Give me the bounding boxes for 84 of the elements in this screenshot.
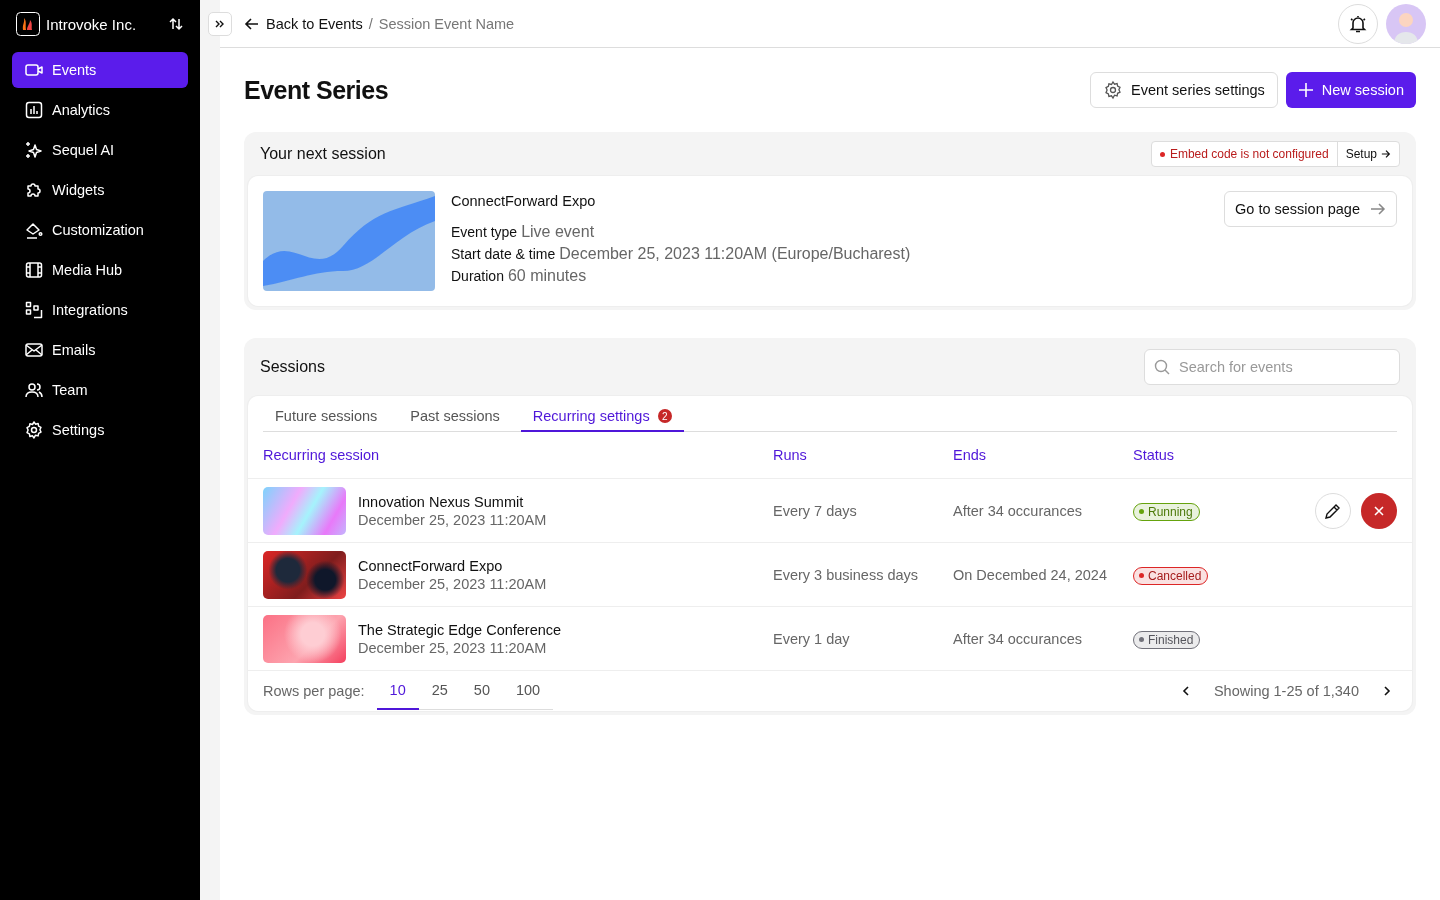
column-header: Recurring session [263, 447, 381, 463]
session-date: December 25, 2023 11:20AM [358, 639, 548, 656]
organization-name: Introvoke Inc. [46, 15, 138, 33]
session-name: ConnectForward Expo [451, 193, 597, 209]
switch-icon[interactable] [168, 16, 184, 32]
status-badge: Cancelled [1133, 566, 1209, 585]
settings-icon [24, 420, 44, 440]
sidebar-item[interactable]: Integrations [12, 292, 188, 328]
blocks-icon [24, 300, 44, 320]
settings-button[interactable]: Event series settings [1090, 72, 1278, 108]
sidebar-item[interactable]: Media Hub [12, 252, 188, 288]
arrow-left-icon [244, 15, 260, 32]
logo-icon [16, 12, 40, 36]
page-size-option[interactable]: 50 [460, 672, 503, 710]
sidebar-item[interactable]: Widgets [12, 172, 188, 208]
session-name: Innovation Nexus Summit [358, 493, 525, 510]
tab[interactable]: Future sessions [263, 400, 390, 432]
chevron-right-icon [1381, 685, 1393, 697]
tab[interactable]: Past sessions [398, 400, 512, 432]
session-name: ConnectForward Expo [358, 557, 504, 574]
column-header: Status [1133, 447, 1176, 463]
back-link[interactable]: Back to Events [244, 15, 363, 32]
column-header: Runs [773, 447, 808, 463]
users-icon [24, 380, 44, 400]
detail-label: Duration [451, 268, 504, 284]
bar-chart-icon [24, 100, 44, 120]
sidebar-item[interactable]: Emails [12, 332, 188, 368]
count-badge: 2 [657, 409, 672, 423]
section-title: Your next session [260, 145, 386, 163]
close-icon [1373, 504, 1385, 517]
sidebar-item[interactable]: Events [12, 52, 188, 88]
detail-label: Event type [451, 224, 518, 240]
session-date: December 25, 2023 11:20AM [358, 511, 547, 528]
table-cell-text: On Decembed 24, 2024 [953, 566, 1108, 583]
edit-button[interactable] [1315, 492, 1351, 529]
breadcrumb-current: Session Event Name [378, 15, 515, 32]
table-cell-text: After 34 occurances [953, 630, 1083, 647]
delete-button[interactable] [1361, 492, 1397, 529]
search-field[interactable]: Search for events [1144, 349, 1400, 385]
column-header: Ends [953, 447, 988, 463]
setup-button[interactable]: Setup [1337, 142, 1399, 166]
session-date: December 25, 2023 11:20AM [358, 575, 547, 592]
warning-text: Embed code is not configured [1151, 142, 1338, 166]
session-name: The Strategic Edge Conference [358, 621, 562, 638]
detail-label: Start date & time [451, 246, 556, 262]
pagination-text: Showing 1-25 of 1,340 [1213, 683, 1359, 699]
settings-icon [1103, 80, 1123, 100]
new-session-button[interactable]: New session [1285, 72, 1416, 108]
table-cell-text: Every 7 days [773, 502, 858, 519]
arrow-right-icon [1381, 149, 1391, 159]
status-badge: Finished [1133, 630, 1201, 649]
page-size-option[interactable]: 10 [376, 672, 419, 710]
page-title: Event Series [244, 75, 389, 105]
sidebar-item[interactable]: Customization [12, 212, 188, 248]
film-icon [24, 260, 44, 280]
detail-value: December 25, 2023 11:20AM (Europe/Bucharest) [559, 245, 911, 263]
search-icon [1154, 359, 1170, 375]
go-to-session-button[interactable]: Go to session page [1224, 191, 1397, 227]
plus-icon [1297, 82, 1314, 98]
sidebar-item[interactable]: Settings [12, 412, 188, 448]
sparkle-icon [24, 140, 44, 160]
page-size-option[interactable]: 100 [503, 672, 554, 710]
table-cell-text: Every 1 day [773, 630, 851, 647]
puzzle-icon [24, 180, 44, 200]
bell-icon [1348, 13, 1368, 34]
detail-value: 60 minutes [507, 267, 587, 285]
section-title: Sessions [260, 358, 325, 376]
detail-value: Live event [521, 223, 595, 241]
arrow-right-icon [1370, 201, 1386, 217]
tab[interactable]: Recurring settings 2 [520, 400, 684, 432]
sidebar-item[interactable]: Analytics [12, 92, 188, 128]
notifications-button[interactable] [1338, 3, 1378, 44]
table-cell-text: After 34 occurances [953, 502, 1083, 519]
breadcrumb-separator: / [368, 15, 373, 32]
double-chevron-icon [214, 18, 226, 30]
rows-per-page-label: Rows per page: [263, 683, 365, 699]
table-cell-text: Every 3 business days [773, 566, 920, 583]
paint-bucket-icon [24, 220, 44, 240]
sidebar-item[interactable]: Team [12, 372, 188, 408]
page-size-option[interactable]: 25 [418, 672, 461, 710]
mail-icon [24, 340, 44, 360]
expand-button[interactable] [208, 12, 232, 36]
status-badge: Running [1133, 502, 1200, 521]
sidebar-item[interactable]: Sequel AI [12, 132, 188, 168]
